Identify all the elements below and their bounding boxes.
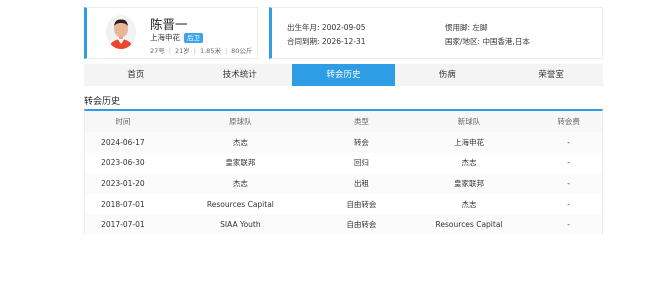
player-weight: 80公斤 bbox=[231, 47, 253, 55]
table-row: 2018-07-01 Resources Capital 自由转会 杰志 - bbox=[85, 194, 602, 215]
transfer-fee: - bbox=[567, 220, 570, 230]
header-to-club: 新球队 bbox=[457, 117, 481, 126]
player-info-card: 出生年月: 2002-09-05 合同到期: 2026-12-31 惯用脚: 左… bbox=[269, 7, 603, 59]
tab-bar: 首页 技术统计 转会历史 伤病 荣誉室 bbox=[84, 64, 603, 86]
player-age: 21岁 bbox=[174, 47, 190, 55]
position-badge: 后卫 bbox=[184, 32, 203, 43]
from-club[interactable]: 皇家联邦 bbox=[161, 157, 320, 168]
to-club[interactable]: 上海申花 bbox=[403, 137, 535, 148]
transfer-date: 2024-06-17 bbox=[101, 137, 145, 147]
tab-home[interactable]: 首页 bbox=[84, 64, 188, 86]
from-club[interactable]: 杰志 bbox=[161, 178, 320, 189]
tab-honors[interactable]: 荣誉室 bbox=[499, 64, 603, 86]
transfer-type: 自由转会 bbox=[346, 199, 377, 209]
nationality: 国家/地区: 中国香港,日本 bbox=[445, 37, 530, 46]
transfer-fee: - bbox=[567, 158, 570, 168]
tab-transfer-history[interactable]: 转会历史 bbox=[291, 64, 396, 86]
table-row: 2023-01-20 杰志 出租 皇家联邦 - bbox=[85, 173, 602, 194]
transfer-fee: - bbox=[567, 199, 570, 209]
contract-expiry: 合同到期: 2026-12-31 bbox=[287, 37, 366, 46]
table-row: 2023-06-30 皇家联邦 回归 杰志 - bbox=[85, 153, 602, 174]
transfer-date: 2023-01-20 bbox=[101, 178, 145, 188]
transfer-fee: - bbox=[567, 137, 570, 147]
transfer-fee: - bbox=[567, 178, 570, 188]
player-name: 陈晋一 bbox=[150, 17, 188, 32]
header-fee: 转会费 bbox=[557, 117, 580, 126]
transfer-date: 2018-07-01 bbox=[101, 199, 145, 209]
birth-date: 出生年月: 2002-09-05 bbox=[287, 23, 366, 32]
player-height: 1.85米 bbox=[199, 47, 221, 55]
section-title: 转会历史 bbox=[84, 97, 121, 107]
to-club[interactable]: 杰志 bbox=[403, 157, 535, 168]
table-row: 2024-06-17 杰志 转会 上海申花 - bbox=[85, 132, 602, 153]
transfer-table: 时间 原球队 类型 新球队 转会费 2024-06-17 杰志 转会 上海申花 … bbox=[84, 109, 603, 235]
from-club[interactable]: Resources Capital bbox=[161, 200, 320, 209]
transfer-type: 自由转会 bbox=[346, 220, 377, 230]
transfer-type: 回归 bbox=[353, 158, 369, 168]
transfer-type: 转会 bbox=[353, 137, 369, 147]
header-date: 时间 bbox=[115, 117, 131, 126]
header-type: 类型 bbox=[353, 117, 369, 126]
from-club[interactable]: SIAA Youth bbox=[161, 220, 320, 229]
tab-stats[interactable]: 技术统计 bbox=[188, 64, 292, 86]
from-club[interactable]: 杰志 bbox=[161, 137, 320, 148]
to-club[interactable]: Resources Capital bbox=[403, 220, 535, 229]
player-avatar bbox=[106, 15, 136, 49]
tab-injuries[interactable]: 伤病 bbox=[395, 64, 499, 86]
club-row: 上海申花 后卫 bbox=[150, 32, 203, 43]
player-number: 27号 bbox=[150, 47, 165, 55]
to-club[interactable]: 皇家联邦 bbox=[403, 178, 535, 189]
preferred-foot: 惯用脚: 左脚 bbox=[445, 23, 488, 32]
player-card: 陈晋一 上海申花 后卫 27号 | 21岁 | 1.85米 | 80公斤 bbox=[84, 7, 258, 59]
table-row: 2017-07-01 SIAA Youth 自由转会 Resources Cap… bbox=[85, 214, 602, 235]
player-stats: 27号 | 21岁 | 1.85米 | 80公斤 bbox=[150, 47, 253, 55]
to-club[interactable]: 杰志 bbox=[403, 199, 535, 210]
player-club[interactable]: 上海申花 bbox=[150, 32, 180, 43]
transfer-date: 2017-07-01 bbox=[101, 220, 145, 230]
transfer-type: 出租 bbox=[353, 178, 369, 188]
transfer-date: 2023-06-30 bbox=[101, 158, 145, 168]
table-header: 时间 原球队 类型 新球队 转会费 bbox=[85, 111, 602, 132]
header-from-club: 原球队 bbox=[229, 117, 252, 126]
